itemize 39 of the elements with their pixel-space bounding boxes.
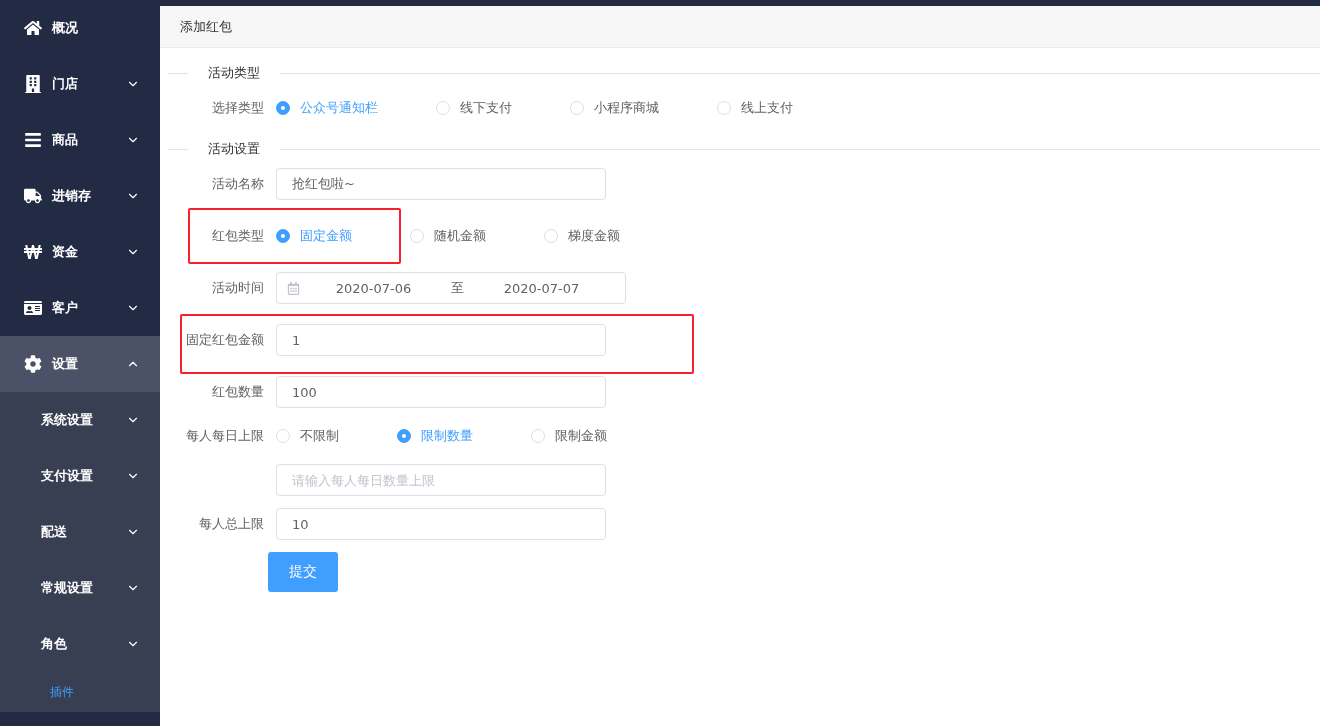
radio-option[interactable]: 梯度金额	[544, 227, 620, 245]
sidebar-subitem[interactable]: 角色	[0, 616, 160, 672]
radio-option[interactable]: 小程序商城	[570, 99, 659, 117]
field-label: 固定红包金额	[185, 331, 265, 349]
sidebar-subitem[interactable]: 系统设置	[0, 392, 160, 448]
field-label: 红包类型	[211, 227, 265, 245]
input-field[interactable]: 请输入每人每日数量上限	[276, 464, 606, 496]
settings-icon	[24, 355, 42, 373]
sidebar-subitem[interactable]: 插件	[0, 672, 160, 712]
radio-option[interactable]: 线下支付	[436, 99, 512, 117]
section-title: 活动设置	[207, 140, 261, 158]
field-label: 活动名称	[211, 175, 265, 193]
input-field[interactable]: 1	[276, 324, 606, 356]
input-field[interactable]: 10	[276, 508, 606, 540]
date-range-field[interactable]: 2020-07-06 至 2020-07-07	[276, 272, 626, 304]
section-title: 活动类型	[207, 64, 261, 82]
radio-option[interactable]: 不限制	[276, 427, 339, 445]
sidebar-subitem[interactable]: 常规设置	[0, 560, 160, 616]
field-label: 每人每日上限	[185, 427, 265, 445]
input-field[interactable]: 抢红包啦~	[276, 168, 606, 200]
field-label: 选择类型	[211, 99, 265, 117]
radio-option[interactable]: 随机金额	[410, 227, 486, 245]
calendar-icon	[287, 281, 300, 295]
menu-icon	[24, 131, 42, 149]
sidebar-subitem[interactable]: 配送	[0, 504, 160, 560]
field-label: 活动时间	[211, 279, 265, 297]
input-field[interactable]: 100	[276, 376, 606, 408]
field-label: 红包数量	[211, 383, 265, 401]
home-icon	[24, 19, 42, 37]
radio-option[interactable]: 线上支付	[717, 99, 793, 117]
page-title: 添加红包	[160, 6, 1320, 48]
id-card-icon	[24, 299, 42, 317]
sidebar-item[interactable]: 设置	[0, 336, 160, 392]
field-label: 每人总上限	[198, 515, 265, 533]
won-icon	[24, 243, 42, 261]
radio-option[interactable]: 限制金额	[531, 427, 607, 445]
truck-icon	[24, 187, 42, 205]
building-icon	[24, 75, 42, 93]
sidebar-subitem[interactable]: 支付设置	[0, 448, 160, 504]
